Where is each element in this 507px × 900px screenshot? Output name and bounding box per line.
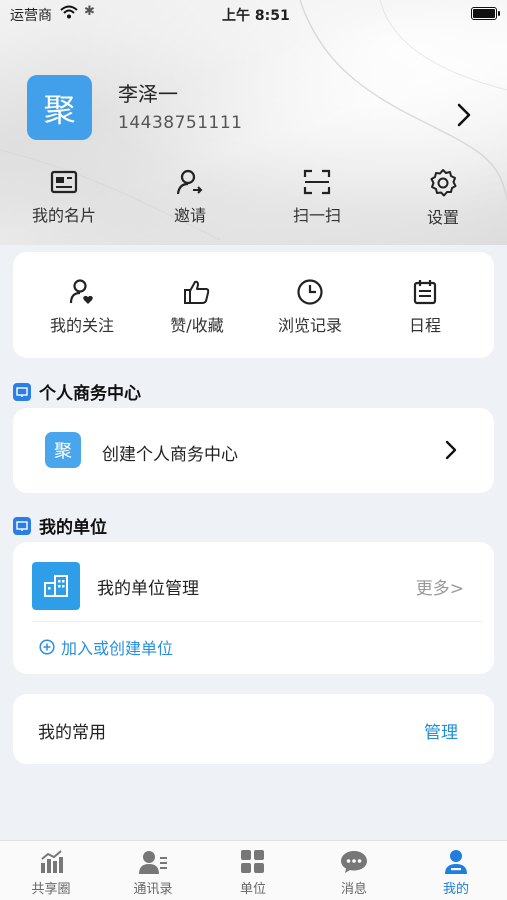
- tab-profile[interactable]: 我的: [416, 849, 496, 897]
- business-card-icon: [50, 170, 78, 194]
- plus-circle-icon: [39, 639, 55, 655]
- share-circle-icon: [41, 850, 63, 873]
- quick-action-label: 我的名片: [31, 206, 96, 225]
- tab-label: 共享圈: [31, 882, 71, 897]
- building-icon: [32, 562, 80, 610]
- manage-button[interactable]: 管理: [424, 718, 458, 743]
- favorite-likes[interactable]: 赞/收藏: [142, 278, 252, 336]
- tab-contacts[interactable]: 通讯录: [113, 849, 193, 897]
- section-title-personal-business: 个人商务中心: [13, 379, 141, 404]
- create-business-center-label: 创建个人商务中心: [102, 445, 238, 465]
- profile-icon: [445, 850, 467, 874]
- tab-label: 单位: [239, 882, 266, 897]
- wifi-icon: [60, 5, 78, 23]
- quick-action-business-card[interactable]: 我的名片: [14, 168, 114, 226]
- create-business-center-row[interactable]: 聚 创建个人商务中心: [13, 408, 494, 493]
- follow-user-icon: [69, 279, 93, 304]
- favorite-history[interactable]: 浏览记录: [255, 278, 365, 336]
- favorite-label: 我的关注: [49, 316, 114, 335]
- tab-share-circle[interactable]: 共享圈: [11, 849, 91, 897]
- gear-icon: [430, 169, 457, 197]
- chevron-right-icon: [443, 438, 459, 466]
- contacts-icon: [139, 851, 167, 874]
- quick-action-label: 扫一扫: [292, 206, 341, 225]
- common-card: 我的常用 管理: [13, 694, 494, 764]
- section-icon: [13, 516, 31, 535]
- tab-label: 通讯录: [133, 882, 173, 897]
- quick-actions: 我的名片 邀请 扫一扫 设置: [0, 168, 507, 238]
- tab-messages[interactable]: 消息: [314, 849, 394, 897]
- carrier-label: 运营商: [10, 8, 52, 24]
- favorites-card: 我的关注 赞/收藏 浏览记录 日程: [13, 252, 494, 358]
- quick-action-invite[interactable]: 邀请: [140, 168, 240, 226]
- thumbs-up-icon: [184, 280, 210, 304]
- loading-icon: ✱: [84, 4, 95, 19]
- avatar[interactable]: 聚: [27, 75, 92, 140]
- favorite-label: 浏览记录: [277, 316, 342, 335]
- section-title-my-unit: 我的单位: [13, 513, 107, 538]
- business-logo: 聚: [45, 432, 81, 468]
- clock-time: 上午 8:51: [222, 8, 290, 24]
- scan-icon: [303, 169, 331, 195]
- clock-icon: [297, 279, 323, 305]
- grid-icon: [241, 850, 264, 873]
- favorite-label: 日程: [408, 316, 441, 335]
- divider: [32, 621, 482, 622]
- tab-unit[interactable]: 单位: [213, 849, 293, 897]
- invite-user-icon: [176, 169, 203, 195]
- favorite-schedule[interactable]: 日程: [370, 278, 480, 336]
- battery-icon: [471, 7, 500, 20]
- bottom-tab-bar: 共享圈 通讯录 单位 消息 我的: [0, 840, 507, 900]
- section-title-text: 我的单位: [39, 518, 107, 538]
- section-icon: [13, 382, 31, 401]
- favorite-follow[interactable]: 我的关注: [27, 278, 137, 336]
- favorite-label: 赞/收藏: [170, 316, 224, 335]
- quick-action-settings[interactable]: 设置: [393, 168, 493, 228]
- unit-management-label[interactable]: 我的单位管理: [97, 574, 199, 599]
- section-title-text: 个人商务中心: [39, 384, 141, 404]
- calendar-icon: [413, 280, 437, 305]
- common-label: 我的常用: [38, 723, 106, 743]
- join-or-create-unit-link[interactable]: 加入或创建单位: [39, 635, 173, 659]
- user-name: 李泽一: [118, 82, 178, 106]
- my-unit-card: 我的单位管理 更多> 加入或创建单位: [13, 542, 494, 674]
- status-bar: 运营商 ✱ 上午 8:51: [0, 0, 507, 28]
- join-or-create-unit-label: 加入或创建单位: [61, 639, 174, 658]
- user-phone: 14438751111: [118, 113, 243, 133]
- quick-action-label: 设置: [426, 208, 459, 227]
- message-icon: [341, 851, 367, 873]
- tab-label: 消息: [340, 882, 367, 897]
- more-link[interactable]: 更多>: [416, 574, 464, 599]
- tab-label: 我的: [442, 882, 469, 897]
- quick-action-label: 邀请: [173, 206, 206, 225]
- quick-action-scan[interactable]: 扫一扫: [267, 168, 367, 226]
- chevron-right-icon[interactable]: [452, 100, 476, 130]
